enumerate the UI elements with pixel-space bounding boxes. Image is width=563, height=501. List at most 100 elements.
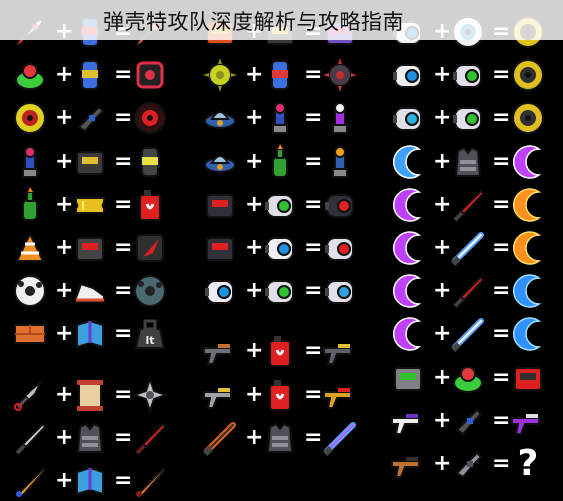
equals-sign: = <box>304 191 323 217</box>
equals-sign: = <box>304 148 323 174</box>
plus-sign: + <box>433 451 452 476</box>
equals-sign: = <box>492 407 511 433</box>
purple-crescent-icon <box>388 185 428 225</box>
blue-laser-blade-icon <box>448 314 488 354</box>
equals-sign: = <box>114 148 133 174</box>
blue-laser-blade-icon <box>448 228 488 268</box>
camera-drone-icon <box>388 98 428 138</box>
orange-crescent-icon <box>508 185 548 225</box>
equals-sign: = <box>304 105 323 131</box>
plus-sign: + <box>55 381 74 407</box>
plus-sign: + <box>55 105 74 131</box>
plus-sign: + <box>245 235 264 260</box>
plus-sign: + <box>55 62 74 88</box>
equals-sign: = <box>304 278 323 304</box>
dark-sphere-icon <box>130 271 170 311</box>
equals-sign: = <box>492 191 511 217</box>
plus-sign: + <box>245 191 264 217</box>
grey-tube-icon <box>448 444 488 484</box>
equals-sign: = <box>304 424 323 450</box>
weight-icon: lt <box>130 314 170 354</box>
tesla-coil-icon <box>260 98 300 138</box>
equals-sign: = <box>114 235 133 260</box>
drink-can-icon <box>260 55 300 95</box>
unknown-result: ? <box>508 444 548 484</box>
plus-sign: + <box>433 364 452 390</box>
blue-crescent-icon <box>508 314 548 354</box>
fuel-can-icon <box>260 331 300 371</box>
shuriken-icon <box>130 375 170 415</box>
red-ring-icon <box>130 98 170 138</box>
golden-revolver-icon <box>320 375 360 415</box>
scroll-icon <box>70 375 110 415</box>
plus-sign: + <box>55 278 74 304</box>
plus-sign: + <box>55 235 74 260</box>
green-orb-icon <box>448 358 488 398</box>
white-drone-icon <box>200 271 240 311</box>
drone-plus-icon <box>260 271 300 311</box>
equals-sign: = <box>114 105 133 131</box>
yellow-coil-icon <box>508 55 548 95</box>
plus-sign: + <box>55 424 74 450</box>
blood-blade-icon <box>130 418 170 458</box>
blue-boomerang-icon <box>388 142 428 182</box>
plus-sign: + <box>245 278 264 304</box>
minigun-icon <box>320 331 360 371</box>
gold-ticket-icon <box>70 185 110 225</box>
purple-crescent-icon <box>508 142 548 182</box>
chip-icon <box>508 358 548 398</box>
turret-icon <box>200 228 240 268</box>
plus-sign: + <box>245 62 264 88</box>
page-title: 弹壳特攻队深度解析与攻略指南 <box>103 10 404 34</box>
plus-sign: + <box>433 148 452 174</box>
drone-plus-icon <box>448 98 488 138</box>
plus-sign: + <box>55 148 74 174</box>
purple-blaster-icon <box>508 401 548 441</box>
purple-crescent-icon <box>388 314 428 354</box>
green-orb-icon <box>10 55 50 95</box>
spin-drone-icon <box>70 228 110 268</box>
equals-sign: = <box>114 381 133 407</box>
drill-cone-icon <box>10 228 50 268</box>
equals-sign: = <box>492 105 511 131</box>
plus-sign: + <box>245 424 264 450</box>
plus-sign: + <box>245 148 264 174</box>
ak-rifle-icon <box>388 444 428 484</box>
plus-sign: + <box>55 468 74 493</box>
equals-sign: = <box>304 235 323 260</box>
spike-ball-icon <box>320 55 360 95</box>
durian-icon <box>200 55 240 95</box>
equals-sign: = <box>492 278 511 304</box>
equals-sign: = <box>492 235 511 260</box>
manual-book-icon <box>70 314 110 354</box>
equals-sign: = <box>114 62 133 88</box>
equals-sign: = <box>492 364 511 390</box>
equals-sign: = <box>492 321 511 347</box>
tesla-coil-icon <box>10 142 50 182</box>
equals-sign: = <box>114 278 133 304</box>
sneaker-icon <box>70 271 110 311</box>
white-drone-icon <box>388 55 428 95</box>
kunai-icon <box>10 375 50 415</box>
dark-turret-icon <box>320 185 360 225</box>
laser-gun-icon <box>388 401 428 441</box>
equals-sign: = <box>114 468 133 493</box>
plus-sign: + <box>433 407 452 433</box>
drone-pod-icon <box>320 271 360 311</box>
plus-sign: + <box>433 321 452 347</box>
question-mark: ? <box>517 443 539 484</box>
plus-sign: + <box>245 338 264 364</box>
yellow-coil-icon <box>508 98 548 138</box>
red-dagger-icon <box>448 185 488 225</box>
mech-arm-icon <box>448 401 488 441</box>
red-cube-icon <box>130 55 170 95</box>
turret-icon <box>200 185 240 225</box>
revolver-icon <box>200 375 240 415</box>
armor-vest-icon <box>448 142 488 182</box>
svg-text:lt: lt <box>145 334 154 347</box>
equals-sign: = <box>492 148 511 174</box>
title-bar: 弹壳特攻队深度解析与攻略指南 <box>0 0 563 40</box>
equals-sign: = <box>304 381 323 407</box>
equals-sign: = <box>114 424 133 450</box>
cube-drone-icon <box>320 228 360 268</box>
